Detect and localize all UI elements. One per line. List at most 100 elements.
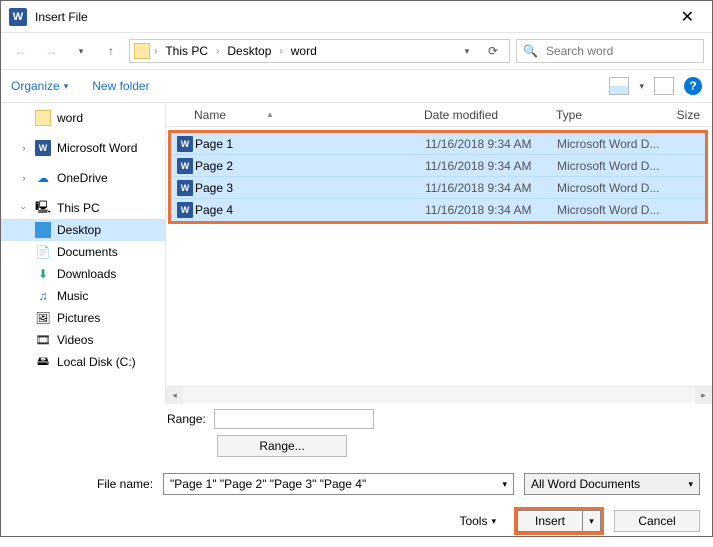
navigation-tree[interactable]: word ›WMicrosoft Word ›OneDrive ›This PC…: [1, 103, 166, 403]
forward-button[interactable]: →: [39, 39, 63, 63]
disk-icon: [35, 354, 51, 370]
file-name: Page 4: [195, 203, 425, 217]
filename-label: File name:: [97, 477, 153, 491]
tree-label: Local Disk (C:): [57, 355, 136, 369]
address-bar[interactable]: › This PC › Desktop › word ▾ ⟳: [129, 39, 510, 63]
sort-indicator-icon: ▲: [266, 110, 274, 119]
file-type: Microsoft Word D...: [557, 181, 685, 195]
column-headers[interactable]: Name ▲ Date modified Type Size: [166, 103, 712, 127]
scroll-left-button[interactable]: ◂: [166, 387, 183, 404]
pc-icon: [35, 200, 51, 216]
tree-item-downloads[interactable]: Downloads: [1, 263, 165, 285]
tree-label: Downloads: [57, 267, 116, 281]
tree-item-thispc[interactable]: ›This PC: [1, 197, 165, 219]
chevron-right-icon: ›: [216, 46, 219, 57]
tree-item-onedrive[interactable]: ›OneDrive: [1, 167, 165, 189]
insert-dropdown-button[interactable]: ▾: [583, 510, 601, 532]
chevron-down-icon: ▾: [64, 81, 69, 92]
word-doc-icon: W: [177, 158, 193, 174]
window-title: Insert File: [35, 10, 88, 24]
filter-value: All Word Documents: [531, 477, 640, 491]
tree-label: Videos: [57, 333, 93, 347]
tree-label: word: [57, 111, 83, 125]
file-row[interactable]: W Page 2 11/16/2018 9:34 AM Microsoft Wo…: [171, 155, 705, 177]
file-type-filter[interactable]: All Word Documents ▾: [524, 473, 700, 495]
file-date: 11/16/2018 9:34 AM: [425, 203, 557, 217]
desktop-icon: [35, 222, 51, 238]
tree-item-desktop[interactable]: Desktop: [1, 219, 165, 241]
file-row[interactable]: W Page 3 11/16/2018 9:34 AM Microsoft Wo…: [171, 177, 705, 199]
refresh-button[interactable]: ⟳: [481, 39, 505, 63]
main-area: word ›WMicrosoft Word ›OneDrive ›This PC…: [1, 103, 712, 403]
cancel-button[interactable]: Cancel: [614, 510, 700, 532]
search-box[interactable]: 🔍: [516, 39, 704, 63]
file-row[interactable]: W Page 1 11/16/2018 9:34 AM Microsoft Wo…: [171, 133, 705, 155]
chevron-down-icon[interactable]: ▾: [639, 81, 644, 92]
recent-locations-dropdown[interactable]: ▾: [69, 39, 93, 63]
downloads-icon: [35, 266, 51, 282]
nav-row: ← → ▾ ↑ › This PC › Desktop › word ▾ ⟳ 🔍: [1, 33, 712, 69]
horizontal-scrollbar[interactable]: ◂ ▸: [166, 386, 712, 403]
tree-item-videos[interactable]: Videos: [1, 329, 165, 351]
address-dropdown[interactable]: ▾: [455, 39, 479, 63]
tree-item-localdisk[interactable]: Local Disk (C:): [1, 351, 165, 373]
new-folder-button[interactable]: New folder: [92, 79, 149, 93]
tools-menu[interactable]: Tools ▾: [459, 514, 496, 528]
back-button[interactable]: ←: [9, 39, 33, 63]
tree-item-msword[interactable]: ›WMicrosoft Word: [1, 137, 165, 159]
chevron-right-icon: ›: [279, 46, 282, 57]
insert-split-button: Insert ▾: [514, 507, 604, 535]
breadcrumb-thispc[interactable]: This PC: [161, 42, 212, 60]
col-type[interactable]: Type: [556, 108, 674, 122]
onedrive-icon: [35, 170, 51, 186]
scroll-right-button[interactable]: ▸: [695, 387, 712, 404]
bottom-panel: Range: Range... File name: "Page 1" "Pag…: [1, 403, 712, 547]
word-app-icon: W: [9, 8, 27, 26]
breadcrumb-word[interactable]: word: [287, 42, 321, 60]
up-button[interactable]: ↑: [99, 39, 123, 63]
range-input[interactable]: [214, 409, 374, 429]
file-date: 11/16/2018 9:34 AM: [425, 181, 557, 195]
tree-label: Microsoft Word: [57, 141, 137, 155]
tree-item-word[interactable]: word: [1, 107, 165, 129]
file-row[interactable]: W Page 4 11/16/2018 9:34 AM Microsoft Wo…: [171, 199, 705, 221]
tree-item-music[interactable]: Music: [1, 285, 165, 307]
breadcrumb-desktop[interactable]: Desktop: [223, 42, 275, 60]
file-date: 11/16/2018 9:34 AM: [425, 159, 557, 173]
chevron-down-icon[interactable]: ▾: [688, 479, 693, 490]
tree-label: Desktop: [57, 223, 101, 237]
view-options-button[interactable]: [609, 77, 629, 95]
search-input[interactable]: [544, 43, 697, 59]
tools-label: Tools: [459, 514, 487, 528]
help-button[interactable]: ?: [684, 77, 702, 95]
organize-menu[interactable]: Organize ▾: [11, 79, 68, 93]
col-name[interactable]: Name: [194, 108, 226, 122]
file-type: Microsoft Word D...: [557, 203, 685, 217]
tree-label: OneDrive: [57, 171, 108, 185]
word-doc-icon: W: [177, 180, 193, 196]
filename-combo[interactable]: "Page 1" "Page 2" "Page 3" "Page 4" ▾: [163, 473, 514, 495]
tree-label: This PC: [57, 201, 100, 215]
file-list-pane: Name ▲ Date modified Type Size W Page 1 1…: [166, 103, 712, 403]
pictures-icon: [35, 310, 51, 326]
file-name: Page 1: [195, 137, 425, 151]
close-button[interactable]: ✕: [671, 3, 704, 31]
word-icon: W: [35, 140, 51, 156]
col-size[interactable]: Size: [674, 108, 712, 122]
col-date[interactable]: Date modified: [424, 108, 556, 122]
tree-label: Documents: [57, 245, 118, 259]
tree-item-documents[interactable]: Documents: [1, 241, 165, 263]
file-list: W Page 1 11/16/2018 9:34 AM Microsoft Wo…: [168, 130, 708, 224]
word-doc-icon: W: [177, 136, 193, 152]
word-doc-icon: W: [177, 202, 193, 218]
insert-button[interactable]: Insert: [517, 510, 583, 532]
filename-value: "Page 1" "Page 2" "Page 3" "Page 4": [170, 477, 366, 491]
tree-item-pictures[interactable]: Pictures: [1, 307, 165, 329]
title-bar: W Insert File ✕: [1, 1, 712, 33]
range-label: Range:: [167, 412, 206, 426]
music-icon: [35, 288, 51, 304]
preview-pane-button[interactable]: [654, 77, 674, 95]
file-type: Microsoft Word D...: [557, 159, 685, 173]
chevron-down-icon[interactable]: ▾: [502, 479, 507, 490]
range-button[interactable]: Range...: [217, 435, 347, 457]
